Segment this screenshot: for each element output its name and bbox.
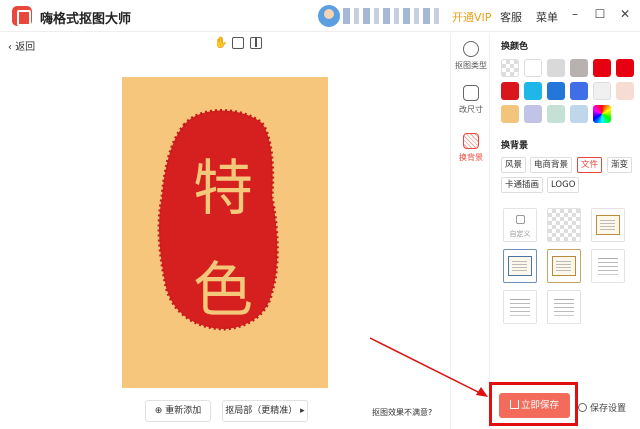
- color-swatch[interactable]: [501, 82, 519, 100]
- custom-label: 自定义: [509, 230, 531, 238]
- color-swatch[interactable]: [593, 59, 611, 77]
- color-swatch[interactable]: [524, 105, 542, 123]
- resize-icon: [463, 85, 479, 101]
- menu-button[interactable]: 菜单: [536, 9, 558, 25]
- color-swatch[interactable]: [524, 82, 542, 100]
- gear-icon: [578, 403, 587, 412]
- minimize-icon[interactable]: –: [568, 7, 582, 21]
- certificate-icon: [508, 256, 532, 276]
- save-now-button[interactable]: 立即保存: [499, 393, 570, 418]
- bg-tag-gradient[interactable]: 渐变: [607, 157, 633, 173]
- edit-icon: [516, 215, 525, 224]
- seal-char-1: 特: [193, 154, 253, 224]
- back-button[interactable]: ‹ 返回: [8, 38, 35, 53]
- change-color-title: 换颜色: [501, 42, 529, 52]
- color-swatch[interactable]: [593, 82, 611, 100]
- avatar[interactable]: [318, 5, 340, 27]
- fit-screen-icon[interactable]: [232, 37, 244, 49]
- tab-cutout-type[interactable]: 抠图类型: [451, 41, 491, 71]
- color-swatch[interactable]: [547, 105, 565, 123]
- bg-tag-cartoon[interactable]: 卡通插画: [501, 177, 544, 193]
- certificate-icon: [552, 256, 576, 276]
- canvas-area: ‹ 返回 ✋ 特 色: [0, 33, 450, 429]
- color-swatch[interactable]: [616, 82, 634, 100]
- app-logo-icon: [12, 6, 32, 26]
- tool-strip: 抠图类型 改尺寸 换背景: [450, 33, 490, 429]
- color-swatch[interactable]: [570, 82, 588, 100]
- color-swatch[interactable]: [570, 59, 588, 77]
- cutout-type-icon: [463, 41, 479, 57]
- user-name-blurred[interactable]: [343, 8, 441, 24]
- color-swatch[interactable]: [501, 59, 519, 77]
- color-swatch[interactable]: [570, 105, 588, 123]
- hand-tool-icon[interactable]: ✋: [214, 37, 228, 49]
- document-lines: [598, 258, 618, 259]
- bg-tag-document[interactable]: 文件: [577, 157, 603, 173]
- color-swatch[interactable]: [593, 105, 611, 123]
- transparent-thumb[interactable]: [547, 208, 581, 242]
- document-thumb[interactable]: [503, 249, 537, 283]
- title-bar: 嗨格式抠图大师 开通VIP 客服 菜单 – ☐ ✕: [0, 0, 640, 32]
- color-swatch[interactable]: [501, 105, 519, 123]
- vip-button[interactable]: 开通VIP: [452, 9, 491, 25]
- document-lines: [554, 299, 574, 300]
- tab-label: 换背景: [459, 153, 483, 162]
- tab-resize[interactable]: 改尺寸: [451, 85, 491, 115]
- readd-button[interactable]: ⊕ 重新添加: [145, 400, 211, 422]
- save-now-label: 立即保存: [520, 400, 559, 411]
- color-swatch[interactable]: [616, 59, 634, 77]
- bg-tag-scenery[interactable]: 风景: [501, 157, 527, 173]
- tab-label: 抠图类型: [455, 61, 487, 70]
- download-icon: [509, 400, 519, 409]
- document-thumb[interactable]: [503, 290, 537, 324]
- document-lines: [510, 299, 530, 300]
- maximize-icon[interactable]: ☐: [593, 7, 607, 21]
- compare-icon[interactable]: [250, 37, 262, 49]
- document-thumb[interactable]: [547, 249, 581, 283]
- seal-text: 特 色: [156, 145, 290, 350]
- tab-label: 改尺寸: [459, 105, 483, 114]
- custom-background-thumb[interactable]: 自定义: [503, 208, 537, 242]
- app-title: 嗨格式抠图大师: [40, 12, 132, 27]
- certificate-icon: [596, 215, 620, 235]
- unsatisfied-hint-link[interactable]: 抠图效果不满意?: [372, 407, 432, 418]
- seal-char-2: 色: [193, 256, 253, 326]
- local-cutout-label: 抠局部（更精准）: [225, 406, 298, 416]
- background-icon: [463, 133, 479, 149]
- save-settings-label: 保存设置: [590, 404, 627, 414]
- service-button[interactable]: 客服: [500, 9, 522, 25]
- close-icon[interactable]: ✕: [618, 7, 632, 21]
- right-panel: 换颜色 换背景 风景 电商背景 文件 渐变 卡通插画 LOGO 自定义: [491, 33, 640, 429]
- bg-tag-ecommerce[interactable]: 电商背景: [530, 157, 573, 173]
- local-cutout-button[interactable]: 抠局部（更精准） ▸: [222, 400, 308, 422]
- document-thumb[interactable]: [591, 249, 625, 283]
- save-settings-button[interactable]: 保存设置: [578, 401, 626, 414]
- color-swatch[interactable]: [547, 82, 565, 100]
- tab-change-background[interactable]: 换背景: [451, 133, 491, 163]
- change-background-title: 换背景: [501, 141, 529, 151]
- document-thumb[interactable]: [547, 290, 581, 324]
- color-swatch[interactable]: [547, 59, 565, 77]
- color-swatch[interactable]: [524, 59, 542, 77]
- readd-label: 重新添加: [165, 406, 202, 416]
- document-thumb[interactable]: [591, 208, 625, 242]
- back-label: 返回: [15, 42, 36, 53]
- bg-tag-logo[interactable]: LOGO: [547, 177, 580, 193]
